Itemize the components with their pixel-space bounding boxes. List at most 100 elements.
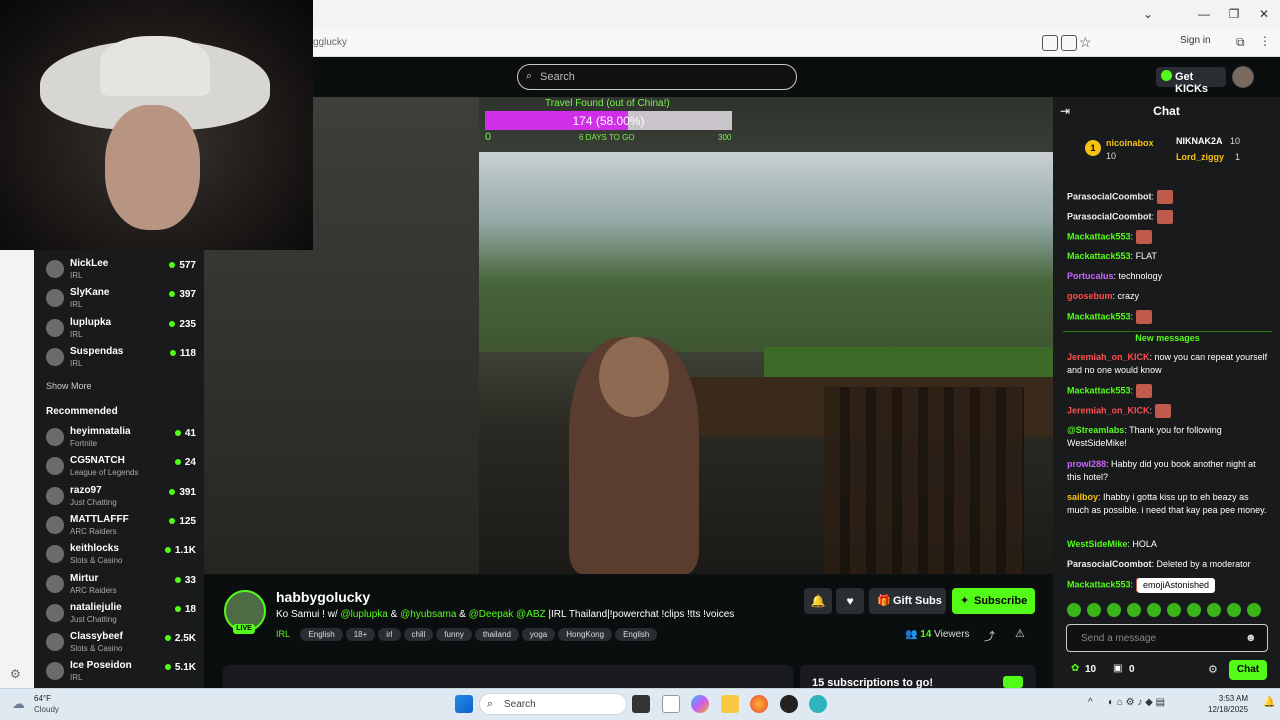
chat-username[interactable]: Jeremiah_on_KICK <box>1067 405 1150 415</box>
minimize-button[interactable]: — <box>1194 7 1214 21</box>
taskbar-search[interactable]: Search <box>479 693 627 715</box>
chat-username[interactable]: sailboy <box>1067 492 1098 502</box>
emote-icon[interactable] <box>1087 603 1101 617</box>
sidebar-channel[interactable]: CG5NATCH League of Legends 24 <box>46 455 196 481</box>
chat-username[interactable]: prowl288 <box>1067 459 1106 469</box>
sidebar-channel[interactable]: SlyKane IRL 397 <box>46 287 196 313</box>
tag-chip[interactable]: thailand <box>474 628 519 641</box>
channel-category: League of Legends <box>70 468 139 478</box>
file-explorer-icon[interactable] <box>721 695 739 713</box>
chat-username[interactable]: Mackattack553 <box>1067 311 1131 321</box>
emote-icon[interactable] <box>1207 603 1221 617</box>
mention-link[interactable]: @ABZ <box>516 609 546 620</box>
firefox-icon[interactable] <box>750 695 768 713</box>
weather-condition[interactable]: Cloudy <box>34 705 59 714</box>
sidebar-channel[interactable]: Mirtur ARC Raiders 33 <box>46 573 196 599</box>
copilot-icon[interactable] <box>691 695 709 713</box>
sidebar-channel[interactable]: Suspendas IRL 118 <box>46 346 196 372</box>
follow-heart-button[interactable]: ♥ <box>836 588 864 614</box>
user-avatar[interactable] <box>1232 66 1254 88</box>
sidebar-channel[interactable]: heyimnatalia Fortnite 41 <box>46 426 196 452</box>
mention-link[interactable]: @Deepak <box>469 609 514 620</box>
channel-name: Classybeef <box>70 631 123 643</box>
chat-settings-gear-icon[interactable]: ⚙ <box>1208 663 1218 676</box>
close-button[interactable]: ✕ <box>1254 7 1274 21</box>
mention-link[interactable]: @hyubsama <box>400 609 456 620</box>
url-text[interactable]: gglucky <box>313 37 347 48</box>
new-messages-divider[interactable]: New messages <box>1063 331 1272 343</box>
chevron-down-icon[interactable]: ⌄ <box>1138 7 1158 21</box>
chat-username[interactable]: @Streamlabs <box>1067 425 1124 435</box>
chat-input[interactable]: Send a message <box>1066 624 1268 652</box>
report-warning-icon[interactable]: ⚠ <box>1015 627 1025 640</box>
sidebar-channel[interactable]: luplupka IRL 235 <box>46 317 196 343</box>
chat-username[interactable]: ParasocialCoombot <box>1067 211 1152 221</box>
sidebar-channel[interactable]: NickLee IRL 577 <box>46 258 196 284</box>
video-player[interactable] <box>204 97 1053 574</box>
chat-username[interactable]: Portucalus <box>1067 271 1114 281</box>
emote-icon[interactable] <box>1147 603 1161 617</box>
chevron-up-icon[interactable]: ^ <box>1088 697 1093 708</box>
tag-chip[interactable]: chill <box>403 628 434 641</box>
chat-username[interactable]: goosebum <box>1067 291 1113 301</box>
sign-in-button[interactable]: Sign in <box>1180 35 1211 46</box>
menu-icon[interactable]: ⋮ <box>1259 34 1271 48</box>
notification-bell-button[interactable]: 🔔 <box>804 588 832 614</box>
weather-temp[interactable]: 64°F <box>34 694 51 703</box>
chat-username[interactable]: ParasocialCoombot <box>1067 191 1152 201</box>
chat-username[interactable]: ParasocialCoombot <box>1067 559 1152 569</box>
emote-icon[interactable] <box>1107 603 1121 617</box>
streamer-name[interactable]: habbygolucky <box>276 589 370 605</box>
tag-chip[interactable]: English <box>615 628 658 641</box>
leader-name[interactable]: NIKNAK2A <box>1176 136 1223 146</box>
tag-chip[interactable]: irl <box>378 628 401 641</box>
screenshot-icon[interactable] <box>1042 35 1058 51</box>
system-tray-icons[interactable]: ◐ ⌂ ⚙ ♪ ◆ ▤ <box>1108 697 1165 708</box>
gift-box-icon[interactable]: ▣ <box>1113 663 1122 674</box>
extensions-icon[interactable]: ⧉ <box>1236 35 1245 50</box>
emote-icon[interactable] <box>1067 603 1081 617</box>
tag-chip[interactable]: funny <box>436 628 472 641</box>
sidebar-channel[interactable]: nataliejulie Just Chatting 18 <box>46 602 196 628</box>
sidebar-channel[interactable]: Ice Poseidon IRL 5.1K <box>46 660 196 686</box>
notification-icon[interactable]: 🔔 <box>1263 697 1275 708</box>
tag-chip[interactable]: English <box>300 628 343 641</box>
sidebar-channel[interactable]: MATTLAFFF ARC Raiders 125 <box>46 514 196 540</box>
emote-icon[interactable] <box>1167 603 1181 617</box>
share-icon[interactable]: ⤴ <box>984 628 995 644</box>
task-view-icon[interactable] <box>632 695 650 713</box>
tag-chip[interactable]: 18+ <box>345 628 376 641</box>
chat-username[interactable]: Mackattack553 <box>1067 579 1131 589</box>
app-icon[interactable] <box>780 695 798 713</box>
emote-icon[interactable] <box>1227 603 1241 617</box>
tag-chip[interactable]: HongKong <box>558 628 613 641</box>
settings-gear-icon[interactable]: ⚙ <box>10 667 21 681</box>
chat-username[interactable]: Mackattack553 <box>1067 251 1131 261</box>
star-icon[interactable]: ☆ <box>1079 34 1092 51</box>
notepad-icon[interactable] <box>662 695 680 713</box>
app-icon[interactable] <box>809 695 827 713</box>
show-more-button[interactable]: Show More <box>46 381 92 391</box>
category-link[interactable]: IRL <box>276 629 290 639</box>
leader-name[interactable]: Lord_ziggy <box>1176 152 1224 162</box>
emote-icon[interactable] <box>1127 603 1141 617</box>
leader-name[interactable]: nicoinabox <box>1106 138 1154 148</box>
maximize-button[interactable]: ❐ <box>1224 7 1244 21</box>
tag-chip[interactable]: yoga <box>521 628 556 641</box>
chat-username[interactable]: Mackattack553 <box>1067 385 1131 395</box>
reader-icon[interactable] <box>1061 35 1077 51</box>
sidebar-channel[interactable]: keithlocks Slots & Casino 1.1K <box>46 543 196 569</box>
taskbar-clock[interactable]: 3:53 AM 12/18/2025 <box>1208 693 1248 715</box>
emoji-picker-icon[interactable]: ☻ <box>1245 632 1257 644</box>
search-input[interactable]: Search <box>517 64 797 90</box>
emote-icon[interactable] <box>1247 603 1261 617</box>
mention-link[interactable]: @luplupka <box>340 609 387 620</box>
send-chat-button[interactable]: Chat <box>1229 660 1267 680</box>
emote-icon[interactable] <box>1187 603 1201 617</box>
windows-start-icon[interactable] <box>455 695 473 713</box>
sidebar-channel[interactable]: razo97 Just Chatting 391 <box>46 485 196 511</box>
sidebar-channel[interactable]: Classybeef Slots & Casino 2.5K <box>46 631 196 657</box>
chat-username[interactable]: Mackattack553 <box>1067 231 1131 241</box>
chat-username[interactable]: WestSideMike <box>1067 539 1127 549</box>
chat-username[interactable]: Jeremiah_on_KICK <box>1067 352 1150 362</box>
